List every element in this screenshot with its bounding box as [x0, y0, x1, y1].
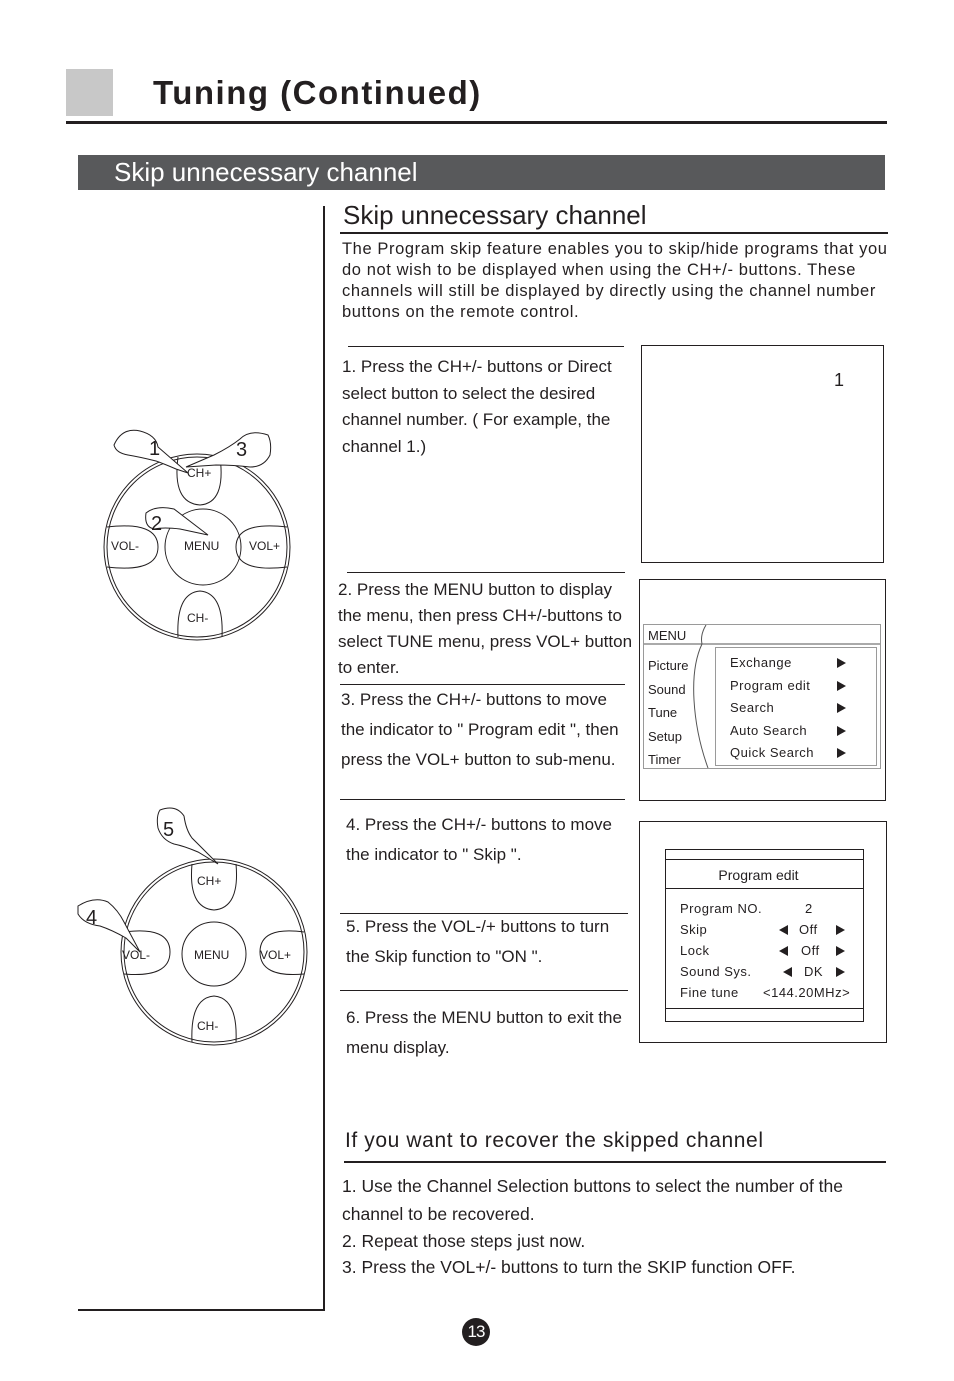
- osd-item-program-edit[interactable]: Program edit: [730, 675, 870, 698]
- panel-rule: [666, 859, 863, 860]
- osd-submenu: Exchange Program edit Search Auto Search…: [715, 647, 877, 766]
- arrow-left-icon[interactable]: [783, 967, 792, 977]
- panel-rule: [666, 1008, 863, 1009]
- osd-item-list: Exchange Program edit Search Auto Search…: [730, 652, 870, 765]
- osd-menu: MENU Picture Sound Tune Setup Timer Exch…: [643, 624, 881, 769]
- remote-diagram-bottom: 5 4 CH+ VOL- MENU VOL+ CH-: [68, 802, 308, 1047]
- osd-tab-timer[interactable]: Timer: [648, 748, 688, 772]
- step-separator: [340, 799, 625, 800]
- program-edit-rows: Program NO. 2 Skip Off Lock Off Sound Sy…: [680, 898, 863, 1003]
- ch-down-button[interactable]: CH-: [197, 1019, 218, 1033]
- arrow-right-icon[interactable]: [836, 925, 845, 935]
- row-sound-sys[interactable]: Sound Sys. DK: [680, 961, 863, 982]
- menu-button[interactable]: MENU: [184, 539, 219, 553]
- step-5: 5. Press the VOL-/+ buttons to turn the …: [346, 917, 610, 966]
- osd-item-exchange[interactable]: Exchange: [730, 652, 870, 675]
- lock-value: Off: [801, 943, 820, 958]
- ch-down-button[interactable]: CH-: [187, 611, 208, 625]
- pointer-number: 4: [86, 907, 98, 929]
- subsection-title: Skip unnecessary channel: [343, 200, 647, 230]
- channel-number: 1: [834, 370, 845, 390]
- recover-section-rule: [344, 1161, 886, 1163]
- arrow-right-icon: [837, 725, 846, 736]
- vol-up-button[interactable]: VOL+: [260, 948, 291, 962]
- skip-value: Off: [799, 922, 818, 937]
- step-6: 6. Press the MENU button to exit the men…: [346, 1008, 622, 1057]
- title-rule: [66, 121, 887, 124]
- recover-section-title: If you want to recover the skipped chann…: [345, 1129, 764, 1152]
- recover-instructions: 1. Use the Channel Selection buttons to …: [342, 1173, 902, 1280]
- header-gray-block: [66, 69, 113, 116]
- row-fine-tune[interactable]: Fine tune <144.20MHz>: [680, 982, 863, 1003]
- tv-screen-channel: 1: [641, 345, 884, 563]
- page-number-badge: 13: [462, 1318, 490, 1346]
- arrow-right-icon: [837, 748, 846, 758]
- arrow-right-icon[interactable]: [836, 967, 845, 977]
- osd-tab-setup[interactable]: Setup: [648, 725, 688, 749]
- section-bar-title: Skip unnecessary channel: [114, 157, 418, 187]
- program-edit-title: Program edit: [718, 867, 799, 883]
- step-2: 2. Press the MENU button to display the …: [338, 580, 633, 677]
- tv-screen-program-edit: Program edit Program NO. 2 Skip Off Lock…: [639, 821, 887, 1043]
- ch-up-button[interactable]: CH+: [187, 466, 211, 480]
- pointer-number: 5: [163, 819, 175, 841]
- remote-diagram-top: 1 2 3 CH+ VOL- MENU VOL+ CH-: [100, 425, 295, 650]
- arrow-left-icon[interactable]: [779, 946, 788, 956]
- vol-down-button[interactable]: VOL-: [111, 539, 139, 553]
- remote-outline: [77, 807, 308, 1046]
- pointer-number: 2: [151, 513, 163, 535]
- osd-tab-sound[interactable]: Sound: [648, 678, 688, 702]
- panel-rule: [666, 888, 863, 889]
- recover-line: 1. Use the Channel Selection buttons to …: [342, 1176, 844, 1224]
- pointer-number: 1: [149, 438, 161, 460]
- arrow-left-icon[interactable]: [779, 925, 788, 935]
- osd-item-search[interactable]: Search: [730, 697, 870, 720]
- vol-up-button[interactable]: VOL+: [249, 539, 280, 553]
- step-3: 3. Press the CH+/- buttons to move the i…: [341, 690, 619, 769]
- osd-tab-tune[interactable]: Tune: [648, 701, 688, 725]
- pointer-number: 3: [236, 439, 248, 461]
- menu-button[interactable]: MENU: [194, 948, 229, 962]
- osd-item-quick-search[interactable]: Quick Search: [730, 742, 870, 765]
- program-edit-panel: Program edit Program NO. 2 Skip Off Lock…: [665, 849, 864, 1022]
- osd-tab-picture[interactable]: Picture: [648, 654, 688, 678]
- row-lock[interactable]: Lock Off: [680, 940, 863, 961]
- recover-line: 2. Repeat those steps just now.: [342, 1231, 586, 1251]
- row-skip[interactable]: Skip Off: [680, 919, 863, 940]
- arrow-right-icon: [837, 680, 846, 691]
- step-1: 1. Press the CH+/- buttons or Direct sel…: [342, 357, 612, 456]
- ch-up-button[interactable]: CH+: [197, 874, 221, 888]
- step-separator: [347, 572, 625, 573]
- vol-down-button[interactable]: VOL-: [122, 948, 150, 962]
- pointing-hand-icon: [185, 432, 272, 468]
- subsection-rule: [340, 232, 888, 234]
- bottom-rule: [78, 1309, 325, 1311]
- fine-tune-value: <144.20MHz>: [763, 985, 851, 1000]
- column-divider: [323, 206, 325, 1311]
- osd-tab-list: Picture Sound Tune Setup Timer: [648, 654, 688, 772]
- arrow-right-icon: [837, 658, 846, 668]
- step-separator: [348, 346, 624, 347]
- recover-line: 3. Press the VOL+/- buttons to turn the …: [342, 1257, 796, 1277]
- intro-paragraph: The Program skip feature enables you to …: [342, 240, 888, 321]
- step-separator: [340, 990, 628, 991]
- sound-sys-value: DK: [804, 964, 824, 979]
- arrow-right-icon[interactable]: [836, 946, 845, 956]
- step-4: 4. Press the CH+/- buttons to move the i…: [346, 815, 612, 864]
- arrow-right-icon: [837, 703, 846, 713]
- page-title: Tuning (Continued): [153, 74, 482, 111]
- row-program-no[interactable]: Program NO. 2: [680, 898, 863, 919]
- tv-screen-menu: MENU Picture Sound Tune Setup Timer Exch…: [639, 579, 886, 801]
- osd-item-auto-search[interactable]: Auto Search: [730, 720, 870, 743]
- osd-menu-label: MENU: [648, 628, 687, 643]
